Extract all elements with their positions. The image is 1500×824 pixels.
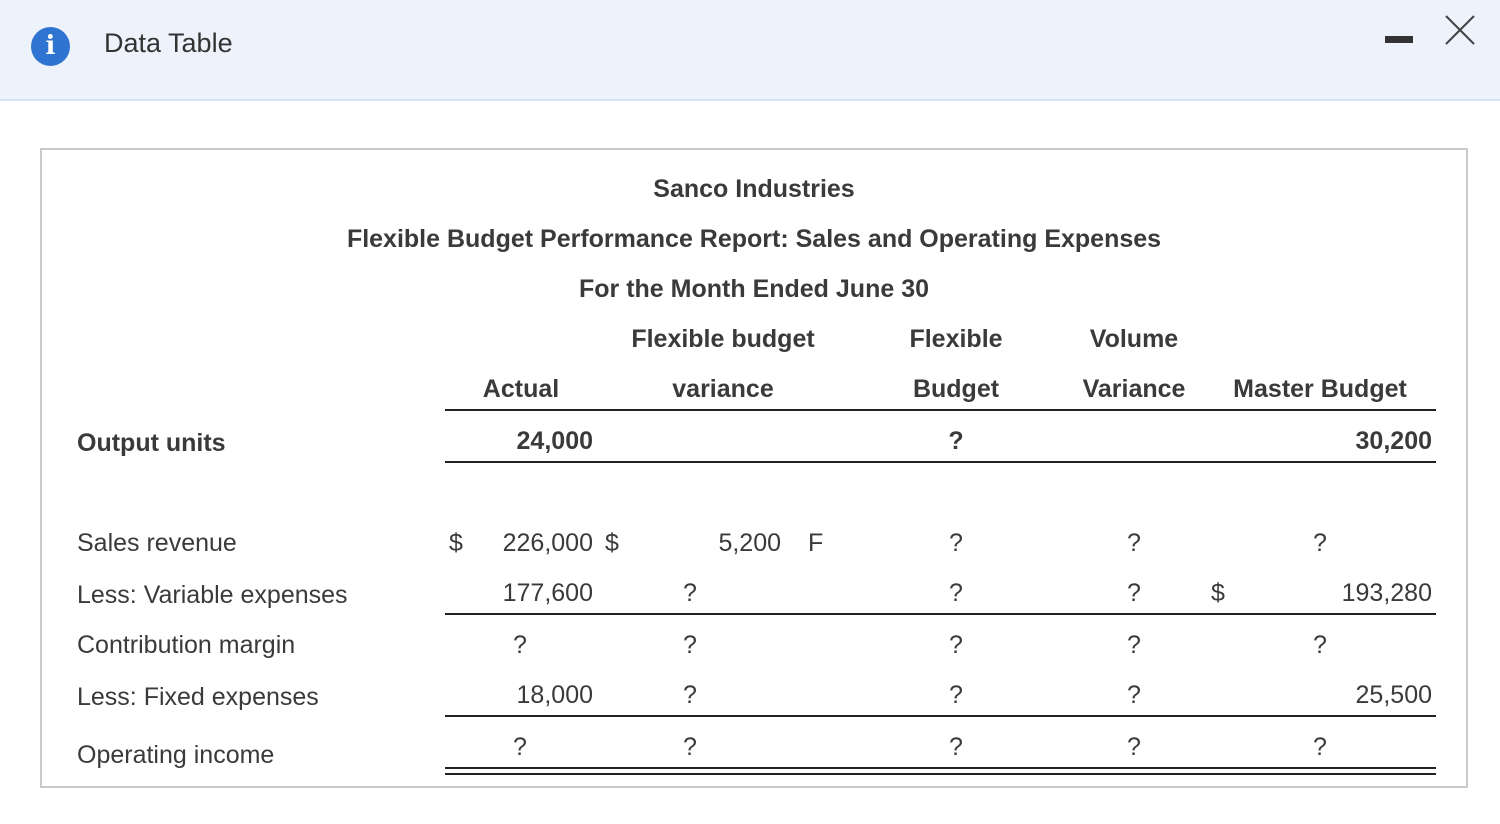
row-label-variable-expenses: Less: Variable expenses [77, 581, 348, 609]
variable-expenses-underline [445, 613, 1436, 615]
contribution-margin-volume-variance: ? [1127, 631, 1141, 659]
variable-expenses-master-dollar: $ [1211, 579, 1225, 607]
variable-expenses-flexible-budget-variance: ? [683, 579, 697, 607]
header-volume-variance-line2: Variance [1082, 375, 1186, 403]
header-underline [445, 409, 1436, 411]
row-label-sales-revenue: Sales revenue [77, 529, 237, 557]
variable-expenses-flexible-budget: ? [949, 579, 963, 607]
header-master-budget: Master Budget [1233, 375, 1407, 403]
fixed-expenses-actual: 18,000 [516, 681, 593, 709]
operating-income-flexible-budget: ? [949, 733, 963, 761]
operating-income-actual: ? [513, 733, 527, 761]
report-period: For the Month Ended June 30 [578, 275, 930, 303]
contribution-margin-flexible-budget: ? [949, 631, 963, 659]
variable-expenses-master-budget: 193,280 [1341, 579, 1432, 607]
output-units-label: Output units [77, 429, 226, 457]
close-icon[interactable] [1440, 10, 1480, 50]
header-flexible-budget-variance-line2: variance [672, 375, 774, 403]
fixed-expenses-master-budget: 25,500 [1355, 681, 1432, 709]
report-title: Flexible Budget Performance Report: Sale… [346, 225, 1162, 253]
header-flexible-budget-line1: Flexible [909, 325, 1003, 353]
operating-income-master-budget: ? [1313, 733, 1327, 761]
header-actual: Actual [482, 375, 560, 403]
sales-revenue-volume-variance: ? [1127, 529, 1141, 557]
fixed-expenses-flexible-budget-variance: ? [683, 681, 697, 709]
operating-income-double-underline-top [445, 767, 1436, 769]
sales-revenue-flexible-budget-variance: 5,200 [718, 529, 781, 557]
header-volume-variance-line1: Volume [1089, 325, 1179, 353]
output-units-actual: 24,000 [516, 427, 593, 455]
sales-revenue-variance-type: F [808, 529, 824, 557]
operating-income-flexible-budget-variance: ? [683, 733, 697, 761]
row-label-operating-income: Operating income [77, 741, 275, 769]
variable-expenses-volume-variance: ? [1127, 579, 1141, 607]
output-units-flexible-budget: ? [948, 427, 964, 455]
row-label-contribution-margin: Contribution margin [77, 631, 296, 659]
info-icon: i [31, 27, 70, 66]
contribution-margin-actual: ? [513, 631, 527, 659]
fixed-expenses-flexible-budget: ? [949, 681, 963, 709]
contribution-margin-master-budget: ? [1313, 631, 1327, 659]
company-name: Sanco Industries [653, 175, 855, 203]
row-label-fixed-expenses: Less: Fixed expenses [77, 683, 319, 711]
sales-revenue-flexible-budget: ? [949, 529, 963, 557]
output-units-master-budget: 30,200 [1355, 427, 1432, 455]
operating-income-volume-variance: ? [1127, 733, 1141, 761]
sales-revenue-master-budget: ? [1313, 529, 1327, 557]
sales-revenue-actual-dollar: $ [449, 529, 463, 557]
header-flexible-budget-variance-line1: Flexible budget [631, 325, 815, 353]
dialog-title: Data Table [104, 28, 233, 58]
header-flexible-budget-line2: Budget [912, 375, 1000, 403]
sales-revenue-actual: 226,000 [502, 529, 593, 557]
contribution-margin-flexible-budget-variance: ? [683, 631, 697, 659]
dialog-titlebar: i Data Table [0, 0, 1500, 101]
operating-income-double-underline-bottom [445, 773, 1436, 775]
output-units-underline [445, 461, 1436, 463]
sales-revenue-fbv-dollar: $ [605, 529, 619, 557]
minimize-icon[interactable] [1385, 36, 1413, 43]
variable-expenses-actual: 177,600 [502, 579, 593, 607]
fixed-expenses-underline [445, 715, 1436, 717]
fixed-expenses-volume-variance: ? [1127, 681, 1141, 709]
